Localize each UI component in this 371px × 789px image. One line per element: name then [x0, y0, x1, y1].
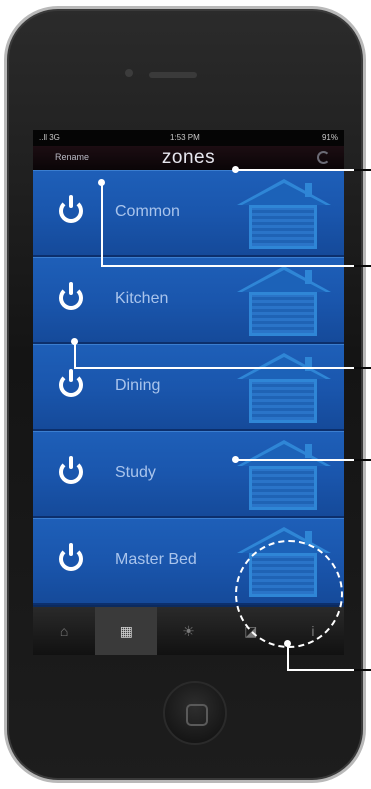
power-icon[interactable] [59, 195, 83, 223]
status-time: 1:53 PM [170, 133, 200, 142]
zones-icon: ▦ [119, 622, 133, 639]
callout-line [101, 183, 103, 267]
zone-label: Study [115, 464, 156, 481]
lighting-icon: ☀ [182, 622, 195, 639]
speaker-grille [149, 72, 197, 78]
highlight-circle [235, 540, 343, 648]
status-bar: ..ll 3G 1:53 PM 91% [33, 130, 344, 146]
callout-line-outer [354, 459, 371, 461]
tab-lighting[interactable]: ☀ [157, 607, 219, 655]
zone-row-kitchen[interactable]: Kitchen [33, 257, 344, 344]
home-icon: ⌂ [59, 623, 69, 639]
power-icon[interactable] [59, 369, 83, 397]
callout-line [287, 669, 356, 671]
callout-line [287, 643, 289, 671]
tab-zones[interactable]: ▦ [95, 607, 158, 655]
house-icon [237, 266, 331, 340]
zone-label: Dining [115, 377, 161, 394]
callout-line-outer [354, 265, 371, 267]
zone-row-common[interactable]: Common [33, 170, 344, 257]
callout-line-outer [354, 169, 371, 171]
house-icon [237, 440, 331, 514]
callout-line-outer [354, 669, 371, 671]
zone-label: Common [115, 203, 180, 220]
camera-icon [125, 69, 133, 77]
callout-line-outer [354, 367, 371, 369]
refresh-icon[interactable] [317, 151, 330, 164]
home-button[interactable] [163, 681, 227, 745]
house-icon [237, 353, 331, 427]
tab-home[interactable]: ⌂ [33, 607, 95, 655]
power-icon[interactable] [59, 543, 83, 571]
page-title: zones [161, 147, 216, 168]
zone-label: Master Bed [115, 551, 197, 568]
callout-line [74, 367, 356, 369]
zone-label: Kitchen [115, 290, 169, 307]
callout-line [236, 169, 356, 171]
nav-bar: Rename zones [33, 146, 344, 171]
callout-line [236, 459, 356, 461]
signal-indicator: ..ll 3G [39, 133, 60, 142]
power-icon[interactable] [59, 282, 83, 310]
home-square-icon [186, 704, 208, 726]
callout-line [74, 341, 76, 369]
callout-line [101, 265, 356, 267]
battery-indicator: 91% [321, 133, 338, 142]
power-icon[interactable] [59, 456, 83, 484]
zone-row-study[interactable]: Study [33, 431, 344, 518]
house-icon [237, 179, 331, 253]
zone-row-dining[interactable]: Dining [33, 344, 344, 431]
